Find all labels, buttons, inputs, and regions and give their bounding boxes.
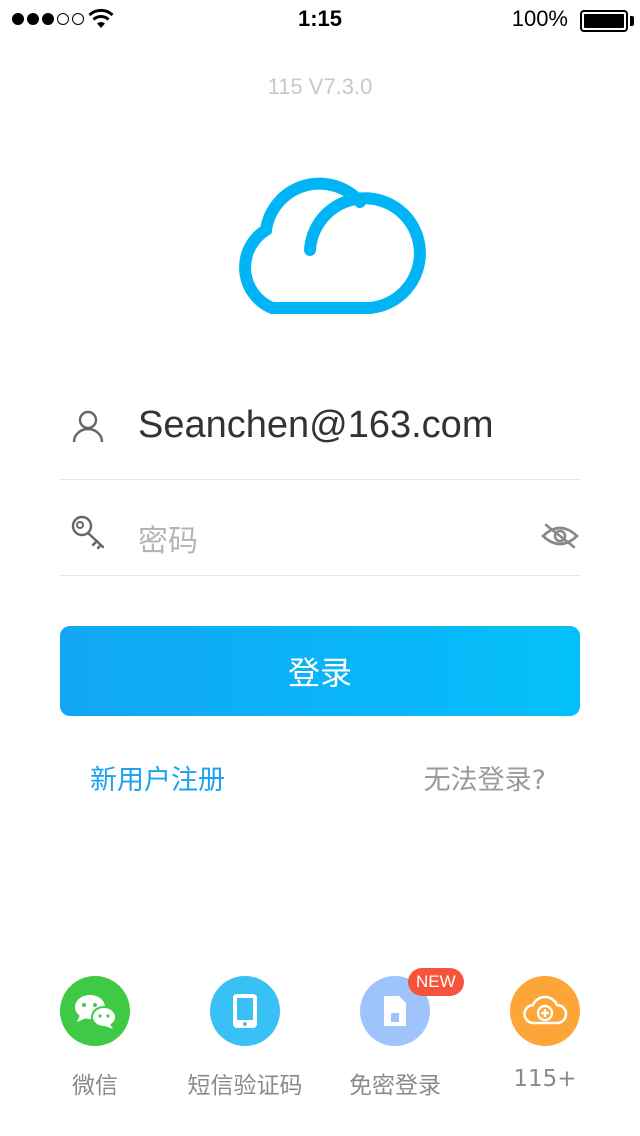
app-version: 115 V7.3.0 — [267, 74, 373, 99]
cloud-plus-icon — [510, 976, 580, 1046]
passwordless-login-option[interactable]: NEW 免密登录 — [320, 968, 470, 1100]
battery-icon — [580, 10, 628, 32]
sms-label: 短信验证码 — [187, 1073, 303, 1099]
username-input[interactable]: Seanchen@163.com — [138, 404, 493, 447]
login-button[interactable]: 登录 — [60, 626, 580, 716]
eye-hidden-icon[interactable] — [540, 520, 580, 552]
login-screen: 1:15 100% 115 V7.3.0 Seanchen@163.com 密码… — [0, 0, 640, 1136]
sms-login-option[interactable]: 短信验证码 — [170, 976, 320, 1100]
register-link[interactable]: 新用户注册 — [90, 758, 225, 797]
new-badge: NEW — [408, 968, 464, 996]
wechat-label: 微信 — [72, 1073, 118, 1099]
115plus-label: 115+ — [513, 1066, 577, 1092]
key-icon — [71, 515, 105, 550]
status-bar: 1:15 100% — [0, 0, 640, 40]
battery-percent: 100% — [511, 6, 568, 31]
username-field[interactable]: Seanchen@163.com — [60, 384, 580, 480]
password-input[interactable]: 密码 — [138, 516, 198, 560]
battery-cap — [630, 16, 634, 26]
passwordless-label: 免密登录 — [349, 1073, 441, 1099]
phone-icon — [210, 976, 280, 1046]
wechat-icon — [60, 976, 130, 1046]
password-field[interactable]: 密码 — [60, 480, 580, 576]
cloud-logo-icon — [239, 177, 426, 314]
wechat-login-option[interactable]: 微信 — [20, 976, 170, 1100]
115plus-login-option[interactable]: 115+ — [470, 976, 620, 1092]
cant-login-link[interactable]: 无法登录? — [424, 758, 546, 797]
user-icon — [72, 410, 104, 443]
